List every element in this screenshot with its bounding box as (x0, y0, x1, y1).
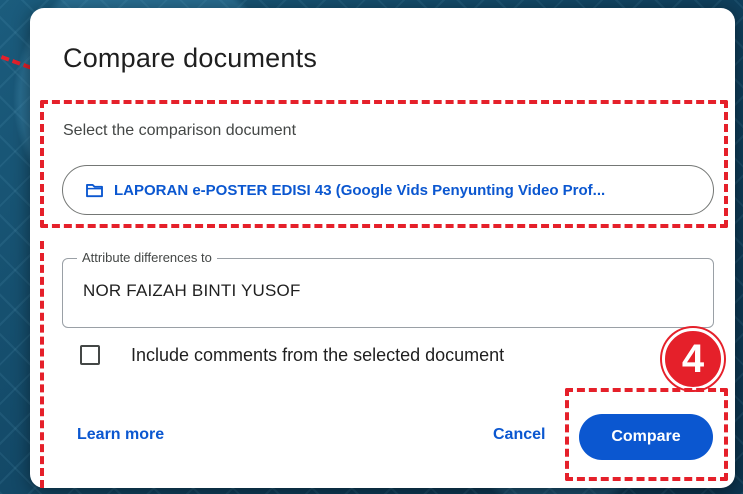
attribute-differences-value: NOR FAIZAH BINTI YUSOF (83, 281, 301, 300)
compare-documents-dialog: Compare documents Select the comparison … (30, 8, 735, 488)
attribute-differences-field[interactable]: Attribute differences to NOR FAIZAH BINT… (62, 250, 714, 328)
include-comments-option[interactable]: Include comments from the selected docum… (80, 338, 504, 372)
attribute-differences-label: Attribute differences to (77, 250, 217, 265)
compare-button[interactable]: Compare (579, 414, 713, 460)
cancel-button[interactable]: Cancel (493, 426, 545, 444)
include-comments-label: Include comments from the selected docum… (131, 344, 505, 365)
step-number-badge: 4 (662, 328, 724, 390)
learn-more-link[interactable]: Learn more (77, 426, 164, 444)
dialog-title: Compare documents (63, 43, 318, 73)
folder-icon (86, 183, 103, 197)
comparison-document-picker[interactable]: LAPORAN e-POSTER EDISI 43 (Google Vids P… (62, 165, 714, 215)
comparison-document-label: Select the comparison document (63, 122, 297, 139)
include-comments-checkbox[interactable] (80, 345, 100, 365)
selected-document-name: LAPORAN e-POSTER EDISI 43 (Google Vids P… (114, 181, 606, 199)
annotation-highlight-options (40, 241, 44, 488)
